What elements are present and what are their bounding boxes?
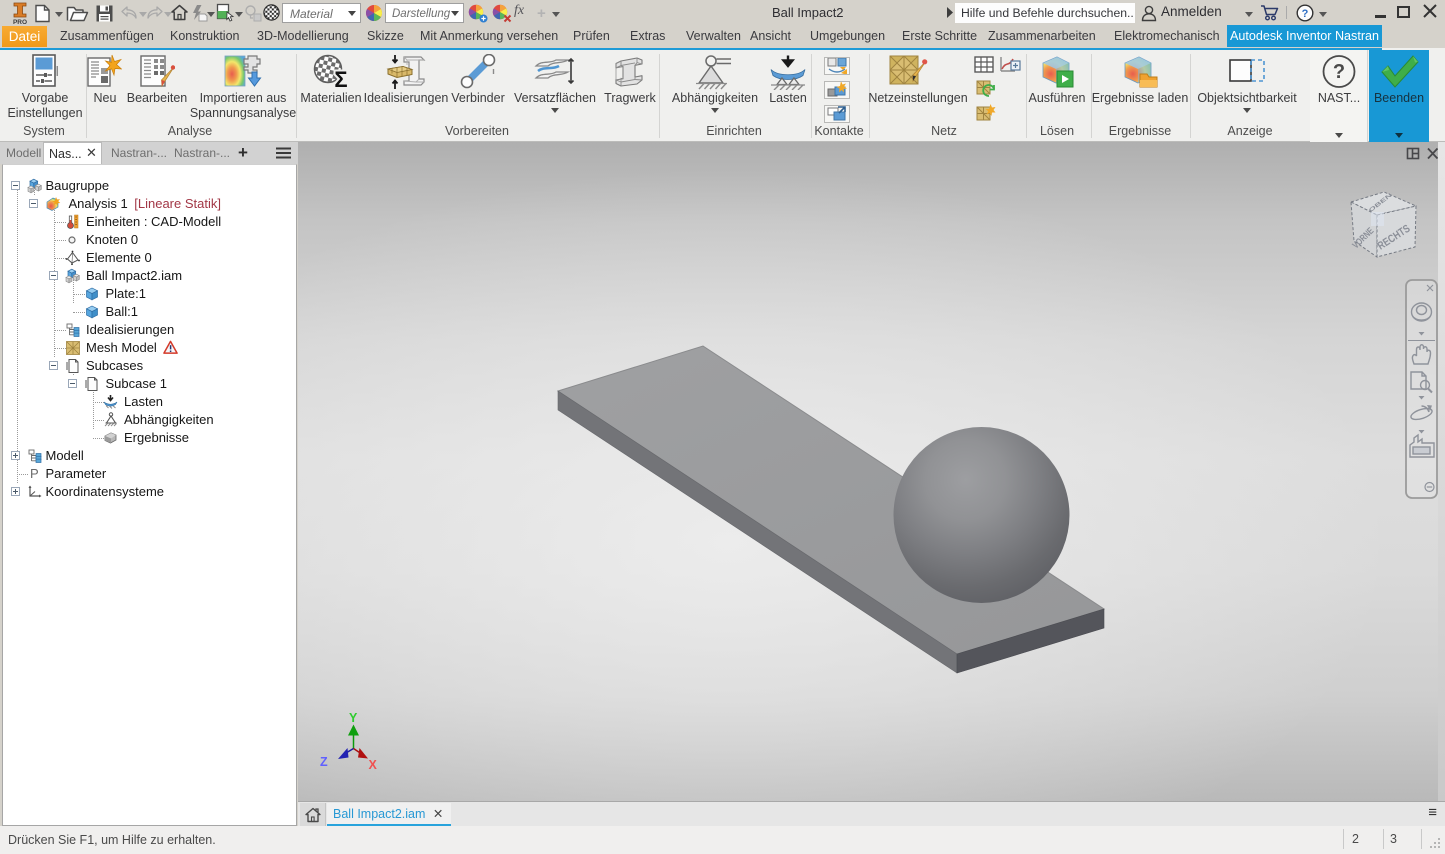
svg-text:?: ? (1302, 8, 1309, 20)
svg-text:X: X (369, 758, 378, 772)
svg-text:Z: Z (320, 755, 328, 769)
svg-text:PRO: PRO (13, 19, 27, 25)
svg-text:?: ? (1333, 61, 1345, 83)
svg-text:Σ: Σ (334, 67, 347, 89)
svg-text:Y: Y (349, 711, 358, 725)
